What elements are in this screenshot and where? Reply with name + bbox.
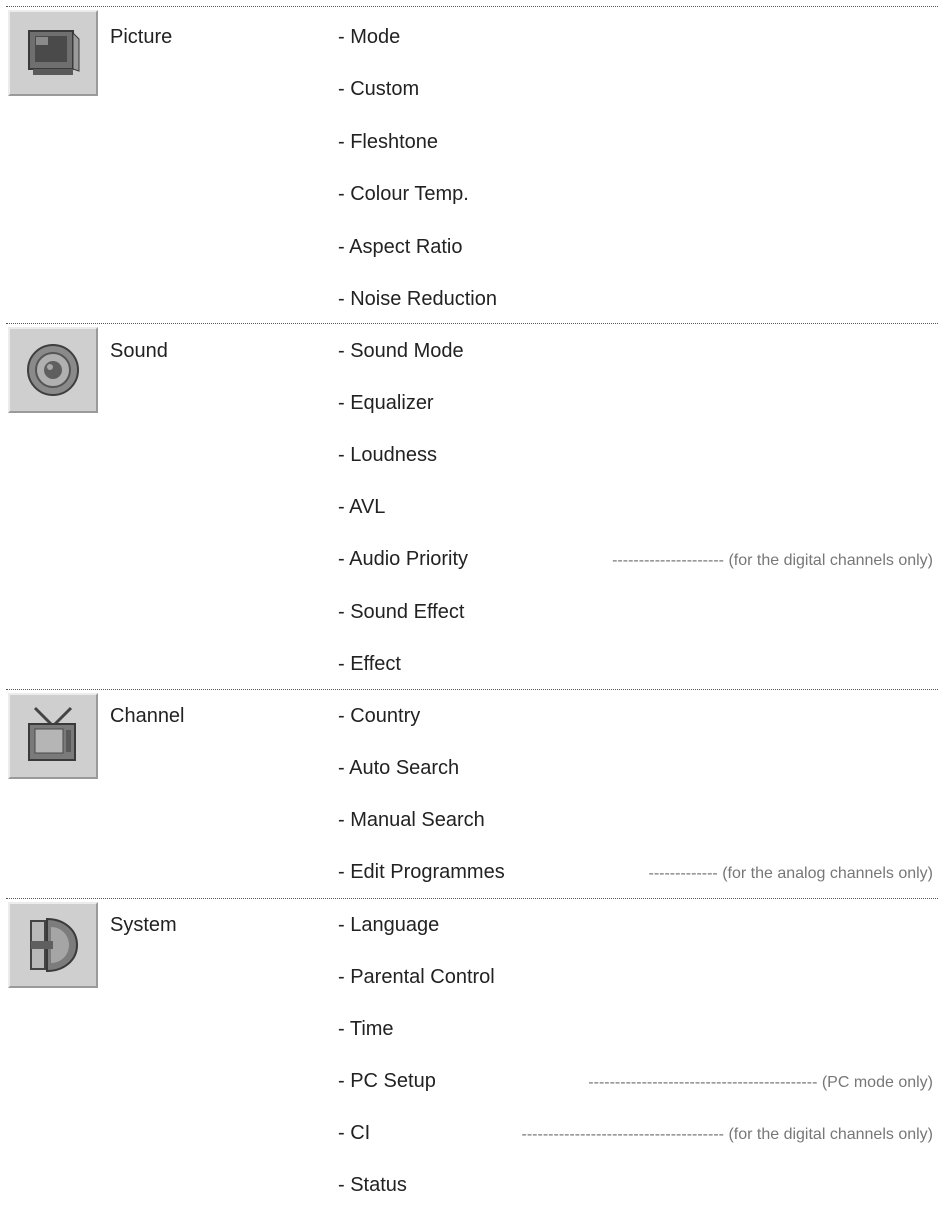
item-label: - Auto Search (338, 757, 460, 779)
list-item: - Edit Programmes ------------- (for the… (338, 860, 933, 884)
section-separator (6, 689, 938, 690)
item-label: - Language (338, 914, 440, 936)
item-label: - Equalizer (338, 392, 434, 414)
item-label: - Mode (338, 26, 401, 48)
section-separator (6, 898, 938, 899)
item-label: - Fleshtone (338, 131, 439, 153)
list-item: - Aspect Ratio (338, 235, 933, 259)
list-item: - Sound Mode (338, 339, 933, 363)
item-note: ----------------------------------------… (588, 1071, 933, 1095)
item-note: -------------------------------------- (… (522, 1123, 933, 1147)
item-label: - Status (338, 1174, 407, 1196)
category-label-sound: Sound (110, 340, 168, 362)
list-item: - Language (338, 913, 933, 937)
item-label: - Custom (338, 78, 420, 100)
list-item: - Noise Reduction (338, 287, 933, 311)
tv-monitor-icon (28, 30, 80, 75)
category-label-channel: Channel (110, 705, 185, 727)
list-item: - Mode (338, 25, 933, 49)
category-label-picture: Picture (110, 26, 173, 48)
item-label: - Country (338, 705, 421, 727)
item-label: - CI (338, 1122, 371, 1144)
list-item: - Audio Priority --------------------- (… (338, 547, 933, 571)
item-label: - Audio Priority (338, 548, 469, 570)
list-item: - Effect (338, 652, 933, 676)
item-label: - AVL (338, 496, 386, 518)
section-separator (6, 6, 938, 7)
system-icon-box (8, 902, 98, 988)
item-label: - Sound Mode (338, 340, 464, 362)
list-item: - Manual Search (338, 808, 933, 832)
list-item: - Equalizer (338, 391, 933, 415)
leader-dashes: ------------- (648, 865, 718, 882)
sound-icon-box (8, 327, 98, 413)
item-label: - Manual Search (338, 809, 485, 831)
channel-icon-box (8, 693, 98, 779)
list-item: - CI -----------------------------------… (338, 1121, 933, 1145)
list-item: - Parental Control (338, 965, 933, 989)
section-separator (6, 323, 938, 324)
item-label: - Parental Control (338, 966, 495, 988)
list-item: - PC Setup -----------------------------… (338, 1069, 933, 1093)
list-item: - Custom (338, 77, 933, 101)
item-label: - PC Setup (338, 1070, 436, 1092)
item-label: - Colour Temp. (338, 183, 469, 205)
note-text: (for the digital channels only) (728, 552, 933, 569)
speaker-icon (27, 344, 79, 396)
item-label: - Edit Programmes (338, 861, 505, 883)
list-item: - Fleshtone (338, 130, 933, 154)
category-label-system: System (110, 914, 177, 936)
list-item: - Colour Temp. (338, 182, 933, 206)
note-text: (for the digital channels only) (728, 1126, 933, 1143)
item-label: - Noise Reduction (338, 288, 497, 310)
leader-dashes: ----------------------------------------… (588, 1074, 818, 1091)
item-label: - Time (338, 1018, 394, 1040)
item-note: ------------- (for the analog channels o… (648, 862, 933, 886)
leader-dashes: --------------------- (612, 552, 724, 569)
leader-dashes: -------------------------------------- (521, 1126, 724, 1143)
item-label: - Effect (338, 653, 401, 675)
note-text: (for the analog channels only) (722, 865, 933, 882)
tv-antenna-icon (28, 706, 76, 761)
list-item: - Country (338, 704, 933, 728)
item-note: --------------------- (for the digital c… (612, 549, 933, 573)
item-label: - Aspect Ratio (338, 236, 463, 258)
picture-icon-box (8, 10, 98, 96)
item-label: - Sound Effect (338, 601, 465, 623)
item-label: - Loudness (338, 444, 437, 466)
list-item: - Loudness (338, 443, 933, 467)
system-settings-icon (30, 917, 79, 973)
list-item: - Auto Search (338, 756, 933, 780)
note-text: (PC mode only) (821, 1074, 933, 1091)
list-item: - Status (338, 1173, 933, 1197)
list-item: - Time (338, 1017, 933, 1041)
list-item: - Sound Effect (338, 600, 933, 624)
list-item: - AVL (338, 495, 933, 519)
